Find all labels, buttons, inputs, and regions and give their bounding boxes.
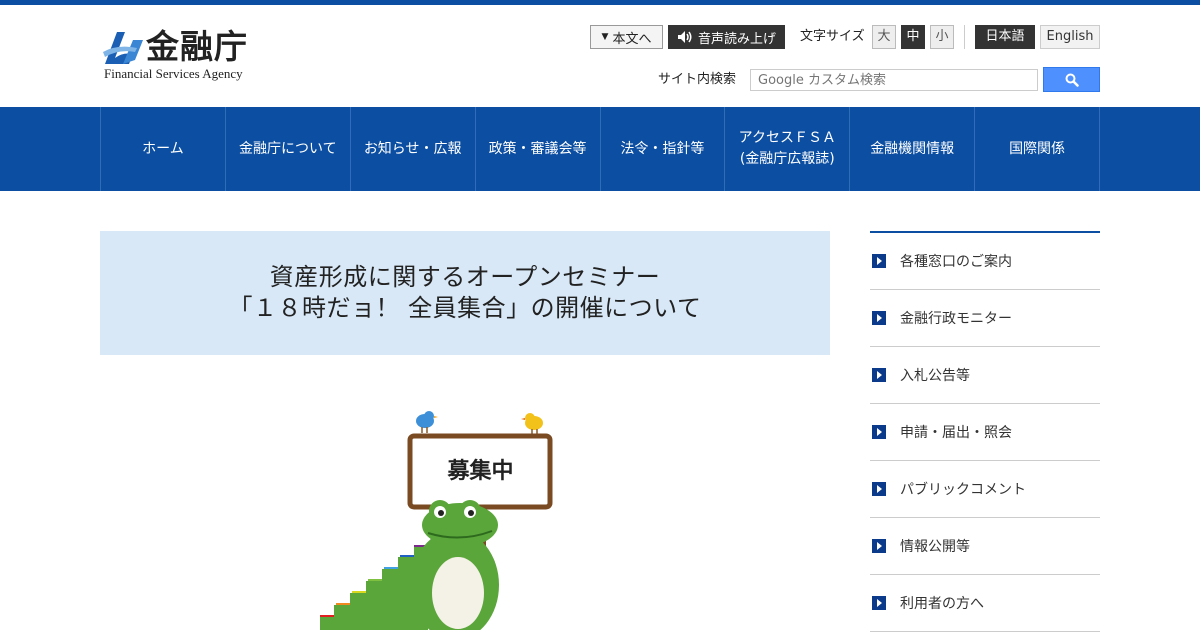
sidebar-item-label: 入札公告等 <box>900 368 970 384</box>
sidebar-item-public-comment[interactable]: パブリックコメント <box>870 461 1100 518</box>
arrow-right-icon <box>872 368 886 382</box>
nav-item-international[interactable]: 国際関係 <box>975 107 1100 191</box>
arrow-right-icon <box>872 254 886 268</box>
blue-bird-icon <box>416 411 438 433</box>
skip-to-content-label: 本文へ <box>612 31 652 47</box>
nav-item-laws[interactable]: 法令・指針等 <box>601 107 726 191</box>
sidebar-item-label: パブリックコメント <box>900 482 1026 498</box>
lang-english-button[interactable]: English <box>1040 25 1100 49</box>
arrow-right-icon <box>872 311 886 325</box>
arrow-right-icon <box>872 539 886 553</box>
sidebar-item-disclosure[interactable]: 情報公開等 <box>870 518 1100 575</box>
nav-item-about[interactable]: 金融庁について <box>226 107 351 191</box>
fsa-logo-icon <box>103 32 143 64</box>
sidebar-menu: 各種窓口のご案内 金融行政モニター 入札公告等 申請・届出・照会 パブリックコメ… <box>870 231 1100 632</box>
nav-item-home[interactable]: ホーム <box>101 107 226 191</box>
nav-item-access-fsa[interactable]: アクセスＦＳＡ (金融庁広報誌) <box>725 107 851 191</box>
divider <box>964 25 965 49</box>
logo-text-jp: 金融庁 <box>146 27 248 66</box>
fsa-logo[interactable]: 金融庁 Financial Services Agency <box>103 27 263 85</box>
sidebar-item-for-users[interactable]: 利用者の方へ <box>870 575 1100 632</box>
sidebar-item-monitor[interactable]: 金融行政モニター <box>870 290 1100 347</box>
sign-recruiting-text: 募集中 <box>447 459 514 484</box>
arrow-right-icon <box>872 482 886 496</box>
caret-down-icon: ▼ <box>601 32 609 42</box>
sidebar-item-contact-desks[interactable]: 各種窓口のご案内 <box>870 233 1100 290</box>
nav-item-policy[interactable]: 政策・審議会等 <box>476 107 601 191</box>
sidebar-item-applications[interactable]: 申請・届出・照会 <box>870 404 1100 461</box>
sidebar-item-label: 情報公開等 <box>900 539 970 555</box>
site-header: 金融庁 Financial Services Agency ▼ 本文へ 音声読み… <box>0 5 1200 107</box>
site-search-label: サイト内検索 <box>658 72 737 87</box>
mascot-crocodile-image <box>320 411 553 634</box>
yellow-bird-icon <box>521 413 543 435</box>
nav-item-news[interactable]: お知らせ・広報 <box>351 107 476 191</box>
search-input[interactable] <box>750 69 1038 91</box>
skip-to-content-button[interactable]: ▼ 本文へ <box>590 25 663 49</box>
font-size-large-button[interactable]: 大 <box>872 25 896 49</box>
logo-text-en: Financial Services Agency <box>104 66 243 81</box>
read-aloud-button[interactable]: 音声読み上げ <box>668 25 785 49</box>
speaker-icon <box>677 31 692 43</box>
banner-title-line2: 「１８時だョ！ 全員集合」の開催について <box>228 294 702 322</box>
global-nav: ホーム 金融庁について お知らせ・広報 政策・審議会等 法令・指針等 アクセスＦ… <box>0 107 1200 191</box>
lang-japanese-button[interactable]: 日本語 <box>975 25 1035 49</box>
font-size-small-button[interactable]: 小 <box>930 25 954 49</box>
sidebar-item-bidding[interactable]: 入札公告等 <box>870 347 1100 404</box>
sidebar-item-label: 申請・届出・照会 <box>900 425 1012 441</box>
arrow-right-icon <box>872 425 886 439</box>
read-aloud-label: 音声読み上げ <box>697 31 776 47</box>
search-button[interactable] <box>1043 67 1100 92</box>
arrow-right-icon <box>872 596 886 610</box>
font-size-label: 文字サイズ <box>800 29 865 44</box>
sidebar-item-label: 利用者の方へ <box>900 596 984 612</box>
mascot-illustration: 募集中 <box>310 405 570 634</box>
banner-title-line1: 資産形成に関するオープンセミナー <box>269 263 661 291</box>
sidebar-item-label: 各種窓口のご案内 <box>900 254 1012 270</box>
font-size-medium-button[interactable]: 中 <box>901 25 925 49</box>
nav-item-institutions[interactable]: 金融機関情報 <box>850 107 976 191</box>
seminar-banner[interactable]: 資産形成に関するオープンセミナー 「１８時だョ！ 全員集合」の開催について <box>100 231 830 355</box>
search-icon <box>1065 73 1079 87</box>
sidebar-item-label: 金融行政モニター <box>900 311 1012 327</box>
